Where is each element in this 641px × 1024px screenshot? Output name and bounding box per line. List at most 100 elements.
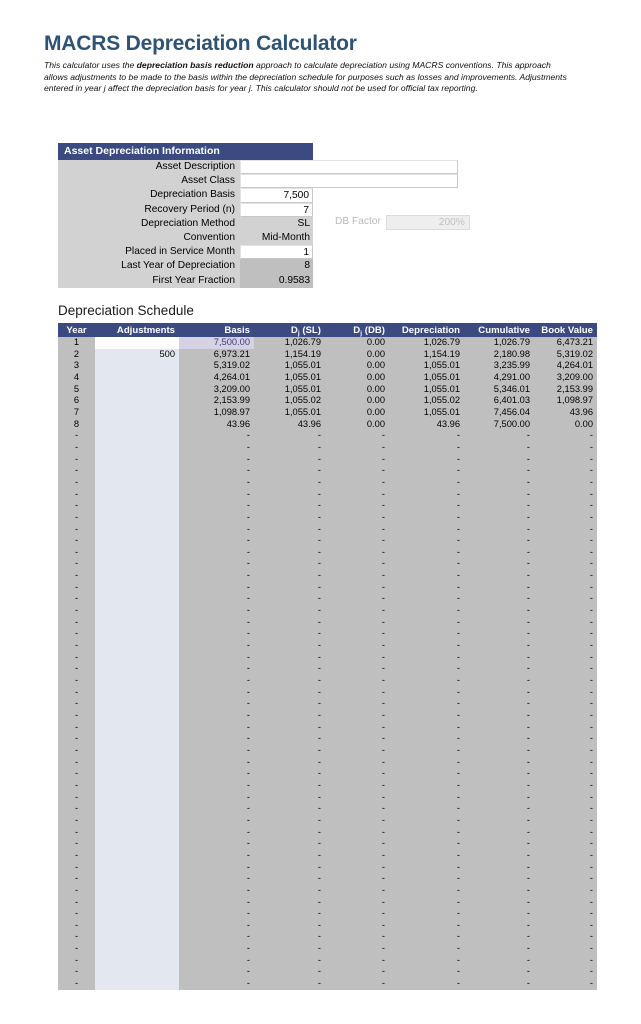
input-db-factor[interactable]: 200% [385,215,470,230]
table-row: ------- [58,791,597,804]
cell-book-value: - [534,943,597,955]
cell-adjustments[interactable] [95,966,179,979]
input-asset-class[interactable] [240,174,458,189]
cell-adjustments[interactable] [95,710,179,722]
select-convention[interactable]: Mid-Month [240,230,313,246]
cell-adjustments[interactable] [95,418,179,431]
cell-adjustments[interactable] [95,721,179,734]
cell-adjustments[interactable] [95,838,179,850]
cell-adjustments[interactable] [95,371,179,384]
cell-d-db: - [325,744,389,757]
cell-adjustments[interactable] [95,733,179,745]
cell-adjustments[interactable] [95,884,179,897]
cell-cumulative: 2,180.98 [464,348,534,361]
cell-book-value: - [534,919,597,932]
cell-adjustments[interactable] [95,628,179,641]
table-row: ------- [58,978,597,990]
cell-d-db: - [325,500,389,512]
cell-basis: 43.96 [179,418,254,431]
cell-depreciation: - [389,791,464,804]
cell-adjustments[interactable] [95,465,179,477]
cell-adjustments[interactable] [95,453,179,466]
cell-adjustments[interactable] [95,383,179,396]
cell-depreciation: - [389,651,464,664]
cell-adjustments[interactable]: 500 [95,348,179,361]
cell-basis: - [179,861,254,874]
cell-adjustments[interactable] [95,908,179,920]
cell-adjustments[interactable] [95,849,179,862]
cell-adjustments[interactable] [95,476,179,489]
cell-adjustments[interactable] [95,593,179,606]
cell-adjustments[interactable] [95,744,179,757]
cell-adjustments[interactable] [95,814,179,827]
cell-adjustments[interactable] [95,546,179,559]
cell-adjustments[interactable] [95,570,179,582]
table-row: ------- [58,476,597,489]
cell-adjustments[interactable] [95,395,179,407]
cell-adjustments[interactable] [95,605,179,617]
cell-adjustments[interactable] [95,826,179,839]
cell-adjustments[interactable] [95,768,179,780]
table-row: 8 43.96 43.96 0.00 43.96 7,500.00 0.00 [58,418,597,431]
cell-adjustments[interactable] [95,616,179,629]
cell-adjustments[interactable] [95,931,179,944]
cell-cumulative: - [464,605,534,617]
cell-adjustments[interactable] [95,430,179,442]
cell-adjustments[interactable] [95,698,179,710]
cell-adjustments[interactable] [95,978,179,990]
cell-adjustments[interactable] [95,919,179,932]
cell-adjustments[interactable] [95,360,179,372]
cell-basis: 3,209.00 [179,383,254,396]
cell-d-sl: - [254,978,325,990]
cell-book-value: - [534,570,597,582]
cell-adjustments[interactable] [95,441,179,454]
cell-book-value: - [534,511,597,524]
cell-adjustments[interactable] [95,954,179,967]
cell-adjustments[interactable] [95,337,179,349]
input-placed-in-service-month[interactable]: 1 [240,245,313,260]
table-row: ------- [58,546,597,559]
cell-cumulative: - [464,803,534,815]
cell-adjustments[interactable] [95,686,179,699]
input-depreciation-basis[interactable]: 7,500 [240,188,313,203]
cell-adjustments[interactable] [95,779,179,792]
cell-adjustments[interactable] [95,675,179,687]
input-asset-description[interactable] [240,160,458,175]
select-depreciation-method[interactable]: SL [240,216,313,231]
cell-basis: 7,500.00 [179,337,254,349]
table-row: ------- [58,710,597,722]
cell-adjustments[interactable] [95,756,179,769]
cell-adjustments[interactable] [95,803,179,815]
cell-adjustments[interactable] [95,791,179,804]
input-recovery-period[interactable]: 7 [240,202,313,217]
cell-adjustments[interactable] [95,861,179,874]
cell-d-sl: - [254,616,325,629]
cell-adjustments[interactable] [95,640,179,652]
cell-adjustments[interactable] [95,535,179,547]
cell-book-value: - [534,779,597,792]
cell-basis: - [179,826,254,839]
cell-adjustments[interactable] [95,406,179,419]
cell-cumulative: - [464,931,534,944]
cell-depreciation: - [389,814,464,827]
cell-d-db: - [325,698,389,710]
page-title: MACRS Depreciation Calculator [44,32,357,55]
cell-d-sl: - [254,931,325,944]
cell-year: - [58,779,95,792]
cell-adjustments[interactable] [95,558,179,571]
cell-adjustments[interactable] [95,873,179,885]
info-panel-header: Asset Depreciation Information [58,143,313,160]
cell-adjustments[interactable] [95,581,179,594]
cell-adjustments[interactable] [95,523,179,536]
cell-d-sl: - [254,966,325,979]
cell-adjustments[interactable] [95,896,179,909]
cell-adjustments[interactable] [95,511,179,524]
cell-adjustments[interactable] [95,500,179,512]
cell-depreciation: - [389,686,464,699]
cell-d-db: - [325,476,389,489]
cell-adjustments[interactable] [95,488,179,501]
cell-adjustments[interactable] [95,663,179,676]
cell-adjustments[interactable] [95,651,179,664]
cell-d-sl: - [254,849,325,862]
cell-adjustments[interactable] [95,943,179,955]
